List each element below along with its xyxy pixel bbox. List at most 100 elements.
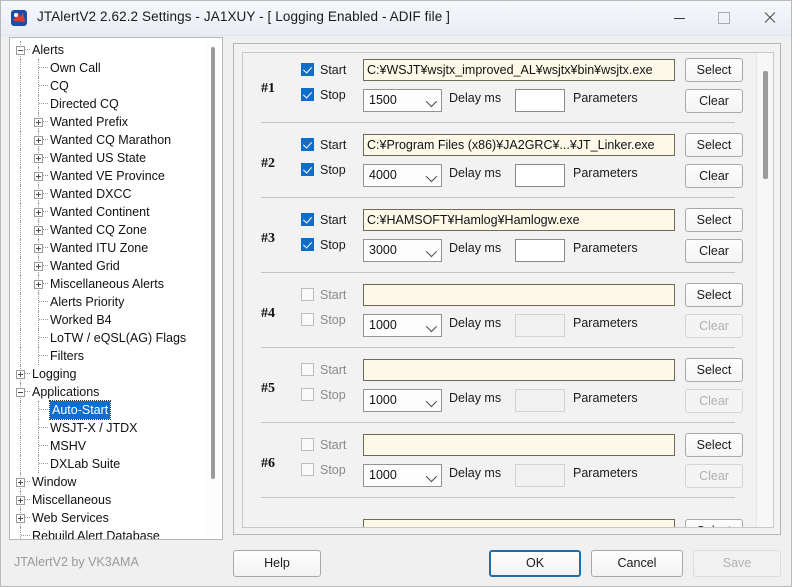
tree-collapse-icon[interactable] — [16, 46, 25, 55]
stop-checkbox-box[interactable] — [301, 388, 314, 401]
delay-dropdown[interactable]: 1000 — [363, 464, 442, 487]
tree-expand-icon[interactable] — [34, 190, 43, 199]
tree-item-dxlab-suite[interactable]: DXLab Suite — [10, 455, 206, 473]
tree-item-wanted-dxcc[interactable]: Wanted DXCC — [10, 185, 206, 203]
tree-expand-icon[interactable] — [16, 478, 25, 487]
stop-checkbox[interactable]: Stop — [301, 462, 346, 478]
tree-expand-icon[interactable] — [34, 118, 43, 127]
parameters-input[interactable] — [515, 164, 565, 187]
tree-item-cq[interactable]: CQ — [10, 77, 206, 95]
application-path-input[interactable] — [363, 434, 675, 456]
delay-dropdown[interactable]: 3000 — [363, 239, 442, 262]
stop-checkbox-box[interactable] — [301, 463, 314, 476]
stop-checkbox[interactable]: Stop — [301, 237, 346, 253]
tree-item-web-services[interactable]: Web Services — [10, 509, 206, 527]
start-checkbox[interactable]: Start — [301, 137, 346, 153]
application-path-input[interactable]: C:¥WSJT¥wsjtx_improved_AL¥wsjtx¥bin¥wsjt… — [363, 59, 675, 81]
stop-checkbox[interactable]: Stop — [301, 387, 346, 403]
parameters-input[interactable] — [515, 239, 565, 262]
tree-expand-icon[interactable] — [34, 280, 43, 289]
tree-expand-icon[interactable] — [16, 514, 25, 523]
start-checkbox[interactable]: Start — [301, 362, 346, 378]
tree-item-wanted-cq-marathon[interactable]: Wanted CQ Marathon — [10, 131, 206, 149]
start-checkbox-box[interactable] — [301, 288, 314, 301]
tree-item-miscellaneous[interactable]: Miscellaneous — [10, 491, 206, 509]
start-checkbox-box[interactable] — [301, 138, 314, 151]
select-button[interactable]: Select — [685, 358, 743, 382]
maximize-button[interactable] — [701, 1, 747, 35]
select-button[interactable]: Select — [685, 133, 743, 157]
tree-expand-icon[interactable] — [34, 172, 43, 181]
start-checkbox-box[interactable] — [301, 438, 314, 451]
select-button[interactable]: Select — [685, 283, 743, 307]
tree-item-own-call[interactable]: Own Call — [10, 59, 206, 77]
start-checkbox-box[interactable] — [301, 213, 314, 226]
tree-item-alerts[interactable]: Alerts — [10, 41, 206, 59]
application-path-input[interactable] — [363, 284, 675, 306]
tree-scrollbar[interactable] — [205, 39, 221, 538]
stop-checkbox[interactable]: Stop — [301, 162, 346, 178]
delay-dropdown[interactable]: 1000 — [363, 314, 442, 337]
tree-expand-icon[interactable] — [34, 262, 43, 271]
tree-item-filters[interactable]: Filters — [10, 347, 206, 365]
stop-checkbox[interactable]: Stop — [301, 87, 346, 103]
application-path-input[interactable]: C:¥Program Files (x86)¥JA2GRC¥...¥JT_Lin… — [363, 134, 675, 156]
delay-dropdown[interactable]: 1500 — [363, 89, 442, 112]
start-checkbox[interactable]: Start — [301, 62, 346, 78]
tree-item-lotw-eqsl-ag-flags[interactable]: LoTW / eQSL(AG) Flags — [10, 329, 206, 347]
tree-item-wanted-continent[interactable]: Wanted Continent — [10, 203, 206, 221]
application-path-input[interactable] — [363, 359, 675, 381]
select-button[interactable]: Select — [685, 519, 743, 527]
tree-item-mshv[interactable]: MSHV — [10, 437, 206, 455]
close-button[interactable] — [747, 1, 791, 35]
minimize-button[interactable] — [656, 1, 702, 35]
rows-scrollbar[interactable] — [756, 53, 773, 527]
help-button[interactable]: Help — [233, 550, 321, 577]
start-checkbox[interactable]: Start — [301, 287, 346, 303]
tree-item-wanted-us-state[interactable]: Wanted US State — [10, 149, 206, 167]
clear-button[interactable]: Clear — [685, 239, 743, 263]
tree-item-window[interactable]: Window — [10, 473, 206, 491]
tree-expand-icon[interactable] — [34, 136, 43, 145]
select-button[interactable]: Select — [685, 58, 743, 82]
stop-checkbox[interactable]: Stop — [301, 312, 346, 328]
settings-tree[interactable]: Alerts Own Call CQ Directed CQ Wanted Prefix… — [10, 41, 206, 539]
tree-item-wanted-itu-zone[interactable]: Wanted ITU Zone — [10, 239, 206, 257]
tree-item-worked-b4[interactable]: Worked B4 — [10, 311, 206, 329]
tree-expand-icon[interactable] — [34, 244, 43, 253]
tree-item-rebuild-alert-database[interactable]: Rebuild Alert Database — [10, 527, 206, 539]
application-path-input[interactable]: C:¥HAMSOFT¥Hamlog¥Hamlogw.exe — [363, 209, 675, 231]
start-checkbox-box[interactable] — [301, 63, 314, 76]
tree-expand-icon[interactable] — [16, 496, 25, 505]
delay-dropdown[interactable]: 4000 — [363, 164, 442, 187]
application-path-input[interactable] — [363, 519, 675, 527]
stop-checkbox-box[interactable] — [301, 313, 314, 326]
tree-expand-icon[interactable] — [34, 154, 43, 163]
tree-item-wanted-prefix[interactable]: Wanted Prefix — [10, 113, 206, 131]
cancel-button[interactable]: Cancel — [591, 550, 683, 577]
start-checkbox-box[interactable] — [301, 363, 314, 376]
parameters-input[interactable] — [515, 89, 565, 112]
tree-expand-icon[interactable] — [34, 208, 43, 217]
stop-checkbox-box[interactable] — [301, 88, 314, 101]
start-checkbox[interactable]: Start — [301, 437, 346, 453]
stop-checkbox-box[interactable] — [301, 163, 314, 176]
clear-button[interactable]: Clear — [685, 89, 743, 113]
rows-scrollbar-thumb[interactable] — [763, 71, 768, 179]
tree-item-auto-start[interactable]: Auto-Start — [10, 400, 206, 420]
ok-button[interactable]: OK — [489, 550, 581, 577]
tree-item-alerts-priority[interactable]: Alerts Priority — [10, 293, 206, 311]
tree-item-wsjt-x-jtdx[interactable]: WSJT-X / JTDX — [10, 419, 206, 437]
tree-item-logging[interactable]: Logging — [10, 365, 206, 383]
clear-button[interactable]: Clear — [685, 164, 743, 188]
tree-item-wanted-ve-province[interactable]: Wanted VE Province — [10, 167, 206, 185]
tree-collapse-icon[interactable] — [16, 388, 25, 397]
delay-dropdown[interactable]: 1000 — [363, 389, 442, 412]
tree-item-directed-cq[interactable]: Directed CQ — [10, 95, 206, 113]
tree-item-applications[interactable]: Applications — [10, 383, 206, 401]
start-checkbox[interactable]: Start — [301, 212, 346, 228]
select-button[interactable]: Select — [685, 208, 743, 232]
tree-item-wanted-grid[interactable]: Wanted Grid — [10, 257, 206, 275]
tree-scrollbar-thumb[interactable] — [211, 47, 215, 479]
tree-item-miscellaneous-alerts[interactable]: Miscellaneous Alerts — [10, 275, 206, 293]
